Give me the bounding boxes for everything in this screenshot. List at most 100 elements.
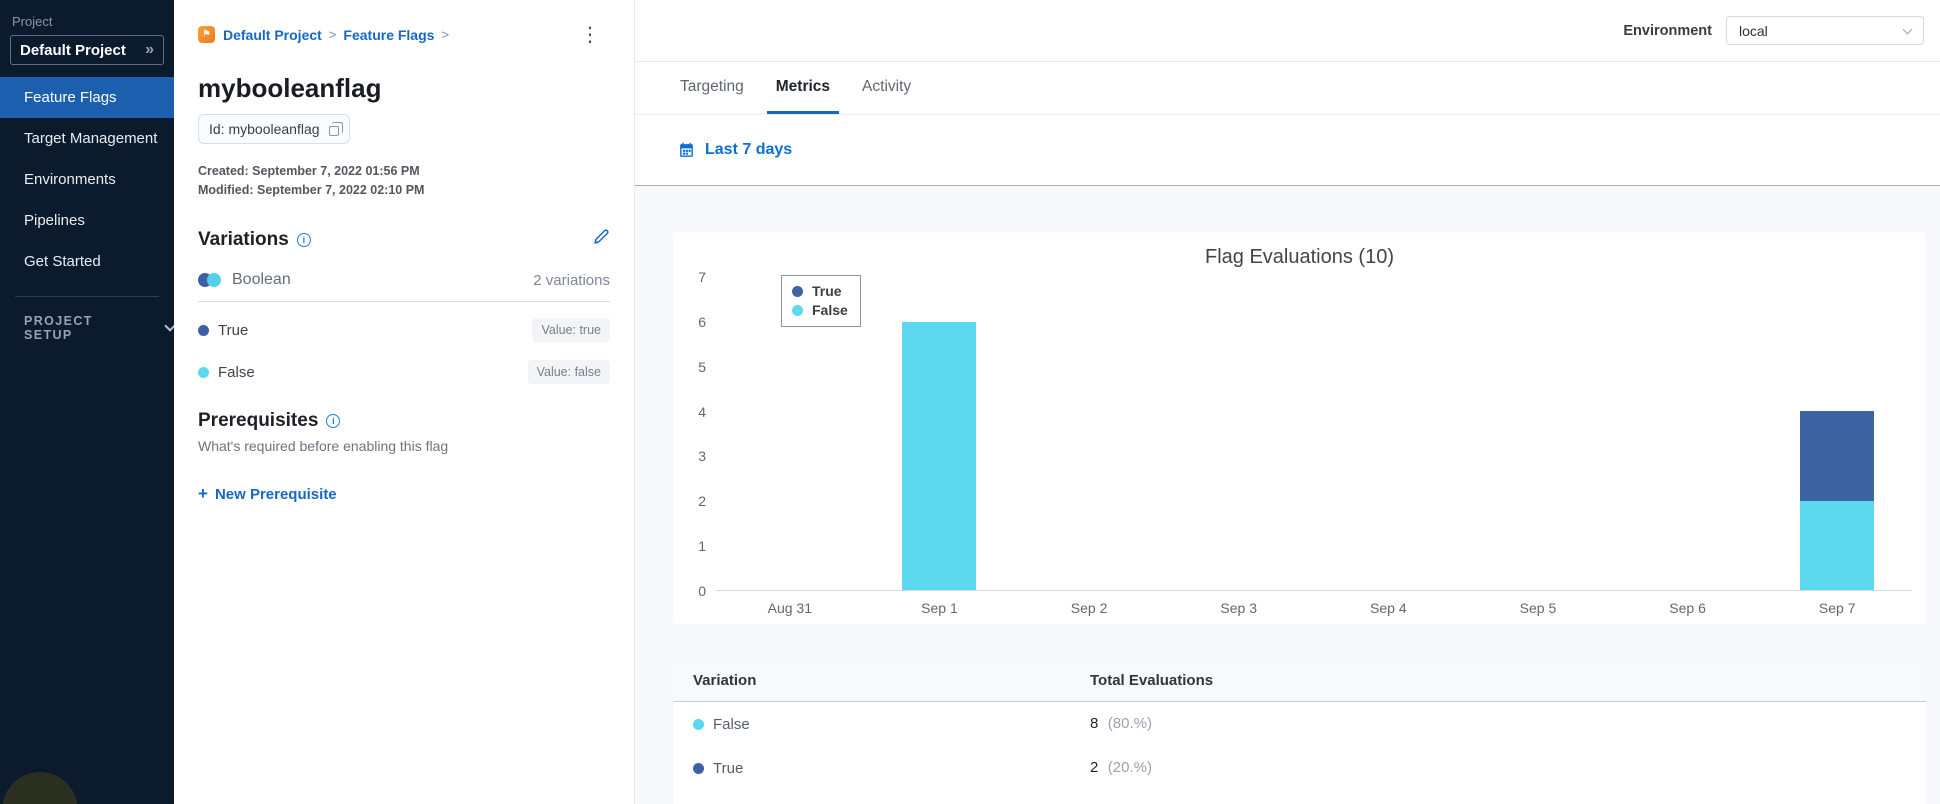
row-percent: (20.%): [1107, 759, 1152, 776]
bar-slot: [1314, 277, 1464, 590]
sidebar-divider: [15, 296, 159, 297]
variation-count: 2 variations: [533, 271, 610, 289]
y-tick-label: 2: [698, 493, 706, 510]
row-value: 8: [1090, 715, 1099, 732]
chevron-down-icon: [1902, 24, 1913, 34]
x-tick-label: Sep 2: [1070, 600, 1108, 616]
flag-id-chip[interactable]: Id: mybooleanflag: [198, 114, 350, 144]
copy-icon[interactable]: [328, 121, 343, 136]
metrics-content: Flag Evaluations (10) 0 1 2 3 4 5 6 7 True Fals…: [635, 186, 1940, 804]
bar-slot: [1463, 277, 1613, 590]
environment-value: local: [1739, 22, 1768, 39]
chart-legend: True False: [781, 275, 861, 327]
variation-label: True: [218, 321, 249, 339]
y-tick-label: 4: [698, 403, 706, 420]
kebab-menu-icon[interactable]: [580, 22, 600, 47]
x-tick-label: Sep 7: [1818, 600, 1856, 616]
sidebar-item-get-started[interactable]: Get Started: [0, 241, 174, 282]
bar-slot: [1014, 277, 1164, 590]
info-icon[interactable]: [326, 414, 341, 428]
calendar-icon: [680, 142, 693, 157]
bar-slot: [1613, 277, 1763, 590]
tab-metrics[interactable]: Metrics: [766, 62, 840, 114]
sidebar-item-environments[interactable]: Environments: [0, 159, 174, 200]
prerequisites-heading: Prerequisites: [198, 410, 319, 431]
new-prerequisite-label: New Prerequisite: [214, 485, 337, 503]
project-selector-value: Default Project: [20, 41, 126, 59]
sidebar-item-pipelines[interactable]: Pipelines: [0, 200, 174, 241]
new-prerequisite-button[interactable]: New Prerequisite: [198, 484, 337, 504]
chevron-down-icon: [164, 320, 174, 332]
x-tick-label: Sep 6: [1669, 600, 1706, 616]
prerequisites-header-row: Prerequisites: [198, 410, 610, 432]
variation-true-dot: [198, 324, 209, 336]
variations-header-row: Variations: [198, 228, 610, 251]
flag-evaluations-chart: Flag Evaluations (10) 0 1 2 3 4 5 6 7 True Fals…: [673, 232, 1926, 624]
breadcrumb-separator-icon: [329, 27, 337, 42]
main-panel: Environment local Targeting Metrics Acti…: [634, 0, 1940, 804]
project-setup-toggle[interactable]: PROJECT SETUP: [0, 314, 174, 342]
bar-slot: [1164, 277, 1314, 590]
divider: [198, 301, 610, 302]
double-chevron-icon: »: [145, 41, 154, 58]
flag-detail-panel: Default Project Feature Flags mybooleanf…: [174, 0, 634, 804]
breadcrumb-project-link[interactable]: Default Project: [223, 27, 322, 43]
table-row: True 2 (20.%): [673, 746, 1926, 790]
x-tick-label: Sep 4: [1370, 600, 1407, 616]
breadcrumb-separator-icon: [441, 27, 449, 42]
y-tick-label: 3: [698, 448, 706, 465]
sidebar-item-label: Pipelines: [24, 212, 85, 229]
row-false-dot: [693, 718, 704, 730]
legend-false-dot: [792, 305, 803, 316]
y-tick-label: 6: [698, 313, 706, 330]
variation-row-true: True Value: true: [198, 316, 610, 344]
date-range-filter[interactable]: Last 7 days: [635, 115, 1940, 186]
variation-value-chip: Value: false: [527, 360, 610, 384]
prerequisites-description: What's required before enabling this fla…: [198, 438, 449, 454]
project-selector[interactable]: Default Project »: [10, 35, 164, 65]
row-label: False: [713, 715, 750, 733]
info-icon[interactable]: [296, 232, 311, 247]
legend-item-true[interactable]: True: [792, 282, 848, 301]
tab-label: Metrics: [775, 77, 831, 95]
table-header-row: Variation Total Evaluations: [673, 660, 1926, 702]
sidebar-item-feature-flags[interactable]: Feature Flags: [0, 77, 174, 118]
sidebar: Project Default Project » Feature Flags …: [0, 0, 174, 804]
y-tick-label: 0: [698, 583, 706, 599]
row-true-dot: [693, 762, 704, 774]
bar-slot: [1762, 277, 1912, 590]
bar-segment-false: [1800, 500, 1875, 590]
breadcrumb: Default Project Feature Flags: [198, 26, 610, 43]
variation-false-dot: [198, 366, 209, 378]
date-range-label: Last 7 days: [705, 141, 793, 158]
sidebar-item-label: Get Started: [24, 253, 101, 270]
row-value: 2: [1090, 759, 1099, 776]
x-tick-label: Sep 3: [1220, 600, 1257, 616]
legend-label: True: [812, 283, 842, 299]
bar-slot: [865, 277, 1015, 590]
environment-select[interactable]: local: [1726, 16, 1924, 45]
y-tick-label: 1: [698, 538, 706, 555]
tab-activity[interactable]: Activity: [853, 62, 920, 114]
tab-label: Activity: [862, 77, 912, 95]
variation-type-row: Boolean 2 variations: [198, 271, 610, 289]
x-axis-labels: Aug 31 Sep 1 Sep 2 Sep 3 Sep 4 Sep 5 Sep 6 Sep …: [715, 600, 1926, 616]
bar-segment-true: [1800, 411, 1875, 501]
environment-topbar: Environment local: [635, 0, 1940, 62]
edit-variations-button[interactable]: [592, 228, 610, 251]
breadcrumb-feature-flags-link[interactable]: Feature Flags: [343, 27, 434, 43]
legend-item-false[interactable]: False: [792, 301, 848, 320]
x-tick-label: Sep 1: [921, 600, 958, 616]
evaluations-table: Variation Total Evaluations False 8 (80.…: [673, 660, 1926, 804]
variations-heading: Variations: [198, 228, 289, 250]
plus-icon: [198, 484, 208, 504]
y-axis: 0 1 2 3 4 5 6 7: [685, 269, 715, 599]
row-percent: (80.%): [1107, 715, 1152, 732]
x-tick-label: Aug 31: [767, 600, 812, 616]
sidebar-item-target-management[interactable]: Target Management: [0, 118, 174, 159]
tab-targeting[interactable]: Targeting: [671, 62, 753, 114]
flag-title: mybooleanflag: [198, 73, 382, 103]
variation-type-label: Boolean: [232, 271, 291, 288]
y-tick-label: 5: [698, 358, 706, 375]
help-bubble[interactable]: [2, 772, 78, 804]
